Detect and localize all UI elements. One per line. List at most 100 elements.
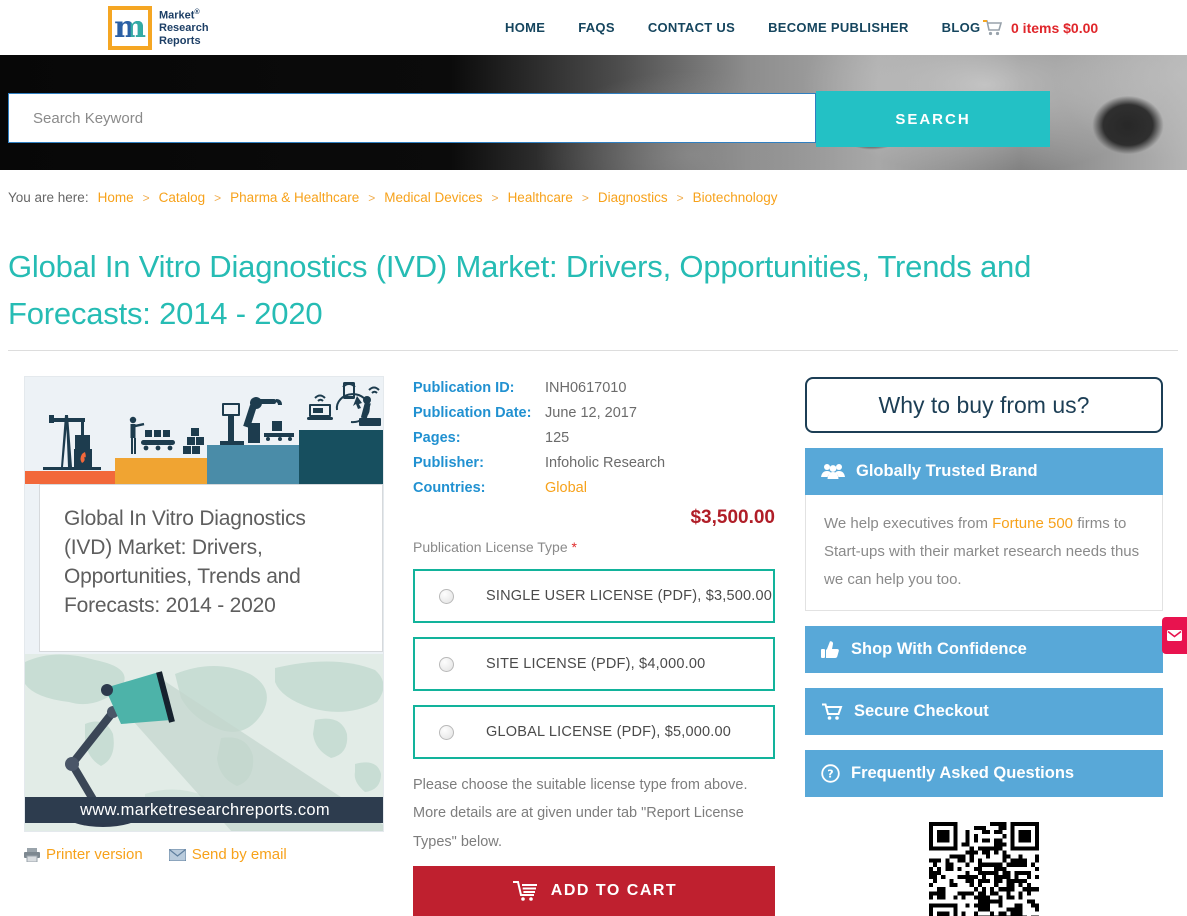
license-radio[interactable]: [439, 656, 454, 672]
nav-become-publisher[interactable]: BECOME PUBLISHER: [768, 20, 909, 35]
breadcrumb-prefix: You are here:: [8, 190, 89, 205]
users-icon: [821, 464, 845, 479]
image-action-links: Printer version Send by email: [24, 846, 384, 863]
license-option-single-user[interactable]: SINGLE USER LICENSE (PDF), $3,500.00: [413, 569, 775, 623]
detail-value: 125: [545, 430, 570, 446]
detail-label: Publisher:: [413, 455, 484, 471]
cover-title: Global In Vitro Diagnostics (IVD) Market…: [39, 484, 383, 652]
nav-home[interactable]: HOME: [505, 20, 545, 35]
breadcrumb-separator: >: [581, 190, 589, 205]
printer-icon: [24, 847, 40, 862]
question-icon: ?: [821, 764, 840, 783]
add-to-cart-label: ADD TO CART: [550, 881, 678, 899]
site-logo[interactable]: m m Market® Research Reports: [108, 6, 209, 50]
fortune-500-link[interactable]: Fortune 500: [992, 515, 1073, 532]
svg-text:?: ?: [827, 768, 833, 781]
thumbs-up-icon: [821, 640, 839, 658]
nav-faqs[interactable]: FAQS: [578, 20, 615, 35]
crumb-medical-devices[interactable]: Medical Devices: [384, 190, 482, 205]
license-radio[interactable]: [439, 588, 454, 604]
robot-arm-icon: [220, 397, 294, 445]
shop-with-confidence-bar[interactable]: Shop With Confidence: [805, 626, 1163, 674]
secure-checkout-bar[interactable]: Secure Checkout: [805, 688, 1163, 736]
detail-label: Pages:: [413, 430, 461, 446]
report-cover-image: Global In Vitro Diagnostics (IVD) Market…: [24, 376, 384, 832]
cover-step-orange: [25, 471, 115, 484]
bar-label: Shop With Confidence: [851, 640, 1027, 659]
license-type-label: Publication License Type *: [413, 539, 577, 555]
contact-float-button[interactable]: [1162, 617, 1187, 654]
qr-code: [929, 822, 1039, 916]
crumb-pharma-healthcare[interactable]: Pharma & Healthcare: [230, 190, 359, 205]
detail-row-pages: Pages: 125: [413, 426, 775, 451]
cover-step-blue: [207, 445, 299, 484]
search-button[interactable]: SEARCH: [816, 91, 1050, 147]
send-email-icon: [168, 848, 186, 861]
logo-wordmark: Market® Research Reports: [159, 8, 209, 47]
cart-icon: [983, 19, 1003, 35]
cover-site-url: www.marketresearchreports.com: [25, 797, 383, 823]
detail-label: Countries:: [413, 480, 486, 496]
oil-derrick-icon: [43, 415, 101, 470]
contact-float-icon: [1167, 630, 1182, 641]
page: m m Market® Research Reports HOME FAQS C…: [0, 0, 1187, 916]
breadcrumb-separator: >: [142, 190, 150, 205]
bar-label: Secure Checkout: [854, 702, 989, 721]
detail-row-publisher: Publisher: Infoholic Research: [413, 451, 775, 476]
license-option-site[interactable]: SITE LICENSE (PDF), $4,000.00: [413, 637, 775, 691]
logo-m-box: m m: [108, 6, 152, 50]
detail-label: Publication ID:: [413, 380, 515, 396]
why-to-buy-heading: Why to buy from us?: [805, 377, 1163, 433]
breadcrumb-separator: >: [491, 190, 499, 205]
price: $3,500.00: [690, 507, 775, 528]
crumb-home[interactable]: Home: [98, 190, 134, 205]
detail-value: INH0617010: [545, 380, 627, 396]
hero-banner: SEARCH: [0, 55, 1187, 170]
cover-lamp-panel: www.marketresearchreports.com: [25, 654, 383, 831]
cart-count-total: 0 items $0.00: [1011, 19, 1099, 36]
crumb-catalog[interactable]: Catalog: [159, 190, 206, 205]
cover-step-teal: [299, 430, 383, 484]
nav-contact-us[interactable]: CONTACT US: [648, 20, 735, 35]
crumb-healthcare[interactable]: Healthcare: [508, 190, 573, 205]
bar-label: Globally Trusted Brand: [856, 462, 1038, 480]
crumb-diagnostics[interactable]: Diagnostics: [598, 190, 668, 205]
crumb-biotechnology[interactable]: Biotechnology: [693, 190, 778, 205]
cover-step-amber: [115, 458, 207, 484]
printer-version-link[interactable]: Printer version: [24, 846, 143, 863]
breadcrumb-separator: >: [676, 190, 684, 205]
detail-row-publication-id: Publication ID: INH0617010: [413, 376, 775, 401]
cover-illustration: [25, 377, 383, 484]
why-buy-sidebar: Why to buy from us? Globally Trusted Bra…: [805, 377, 1163, 916]
add-to-cart-button[interactable]: ADD TO CART: [413, 865, 775, 916]
detail-label: Publication Date:: [413, 405, 532, 421]
secure-cart-icon: [822, 703, 843, 720]
page-title: Global In Vitro Diagnostics (IVD) Market…: [8, 249, 1032, 331]
add-to-cart-icon: [512, 880, 537, 901]
license-option-label: GLOBAL LICENSE (PDF), $5,000.00: [486, 724, 732, 740]
bar-label: Frequently Asked Questions: [851, 764, 1075, 783]
breadcrumb: You are here: Home > Catalog > Pharma & …: [8, 190, 777, 205]
breadcrumb-separator: >: [368, 190, 376, 205]
license-option-label: SITE LICENSE (PDF), $4,000.00: [486, 656, 706, 672]
send-by-email-link[interactable]: Send by email: [168, 846, 287, 863]
countries-global-link[interactable]: Global: [545, 476, 587, 501]
faq-bar[interactable]: ? Frequently Asked Questions: [805, 750, 1163, 798]
detail-value: June 12, 2017: [545, 405, 637, 421]
iot-devices-icon: [307, 382, 381, 426]
breadcrumb-separator: >: [214, 190, 222, 205]
cart-status[interactable]: 0 items $0.00: [982, 0, 1098, 55]
nav-blog[interactable]: BLOG: [942, 20, 981, 35]
product-image-column: Global In Vitro Diagnostics (IVD) Market…: [24, 376, 384, 863]
detail-row-publication-date: Publication Date: June 12, 2017: [413, 401, 775, 426]
license-radio[interactable]: [439, 724, 454, 740]
top-bar: m m Market® Research Reports HOME FAQS C…: [0, 0, 1187, 55]
license-option-global[interactable]: GLOBAL LICENSE (PDF), $5,000.00: [413, 705, 775, 759]
required-asterisk: *: [571, 539, 577, 555]
globally-trusted-brand-bar[interactable]: Globally Trusted Brand: [805, 448, 1163, 495]
license-note: Please choose the suitable license type …: [413, 777, 748, 850]
conveyor-worker-icon: [129, 416, 204, 454]
main-nav: HOME FAQS CONTACT US BECOME PUBLISHER BL…: [505, 0, 980, 55]
product-details-column: Publication ID: INH0617010 Publication D…: [413, 376, 775, 916]
search-input[interactable]: [8, 93, 816, 143]
